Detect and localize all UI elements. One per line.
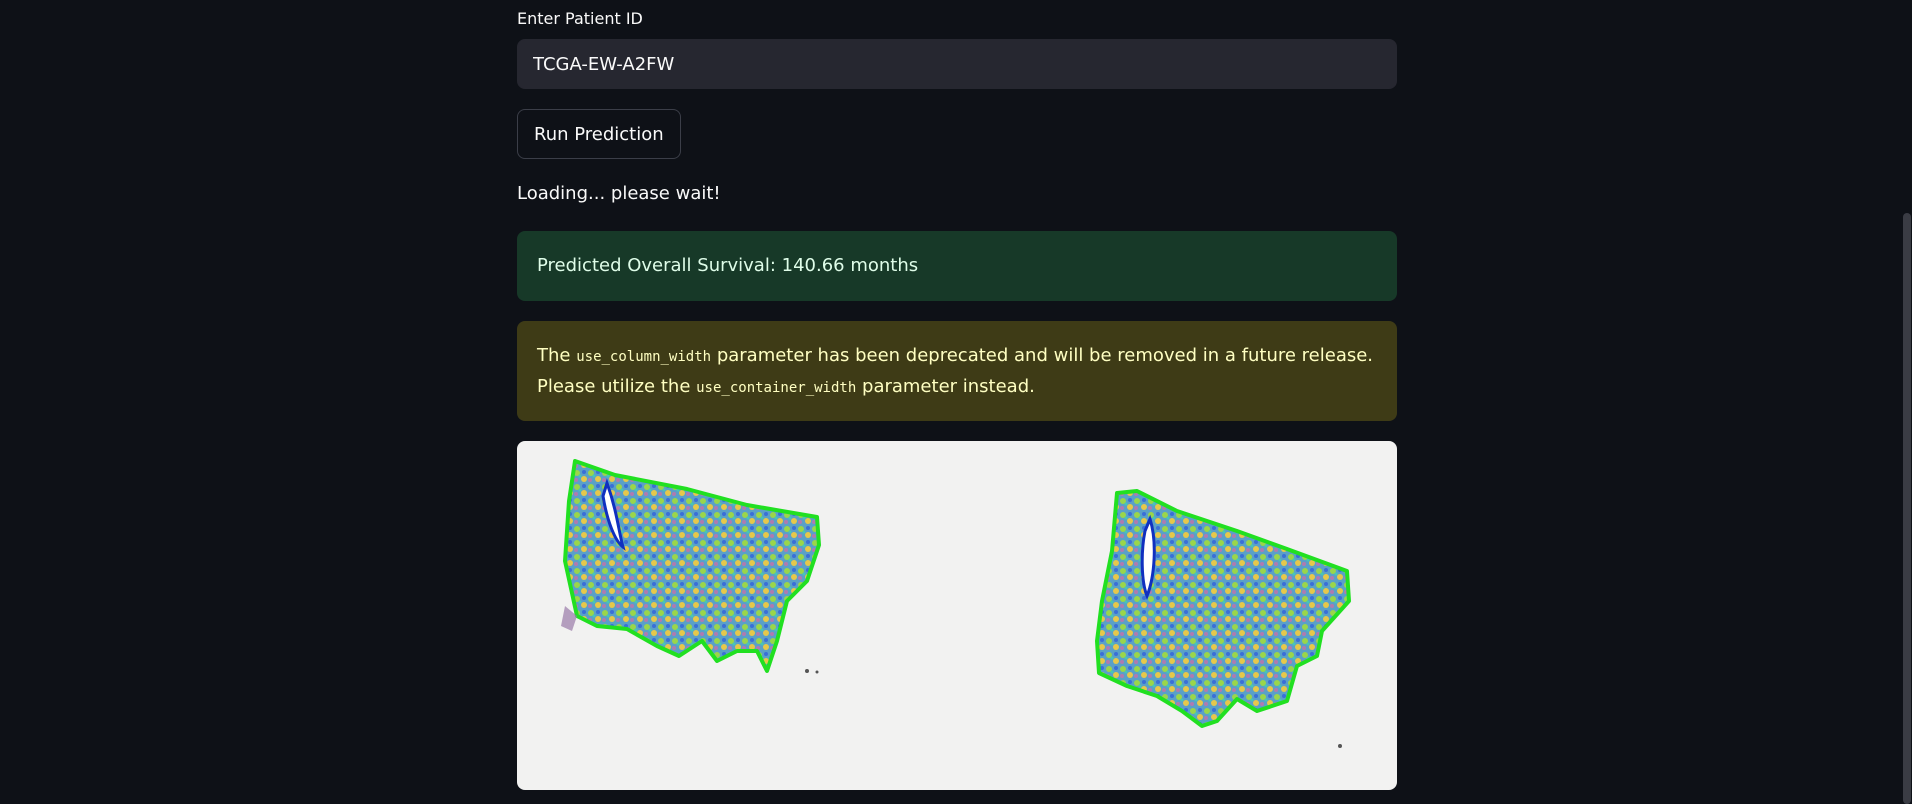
slide-image (517, 441, 1397, 790)
warning-prefix: The (537, 345, 571, 366)
patient-id-label: Enter Patient ID (517, 9, 643, 28)
warning-code-use-container-width: use_container_width (696, 380, 857, 396)
success-message: Predicted Overall Survival: 140.66 month… (537, 255, 919, 276)
app-page: Enter Patient ID Run Prediction Loading.… (0, 0, 1912, 804)
loading-status-text: Loading... please wait! (517, 183, 721, 204)
left-tissue-section (561, 459, 821, 674)
warning-code-use-column-width: use_column_width (576, 349, 712, 365)
right-tissue-section (1095, 489, 1351, 748)
tissue-slide-heatmap-icon (561, 459, 1351, 748)
warning-suffix: parameter instead. (862, 376, 1035, 397)
page-scrollbar[interactable] (1902, 0, 1912, 804)
deprecation-warning-alert: The use_column_width parameter has been … (517, 321, 1397, 421)
success-alert: Predicted Overall Survival: 140.66 month… (517, 231, 1397, 301)
run-prediction-button[interactable]: Run Prediction (517, 109, 681, 159)
patient-id-input[interactable] (517, 39, 1397, 89)
scrollbar-thumb[interactable] (1903, 213, 1911, 804)
